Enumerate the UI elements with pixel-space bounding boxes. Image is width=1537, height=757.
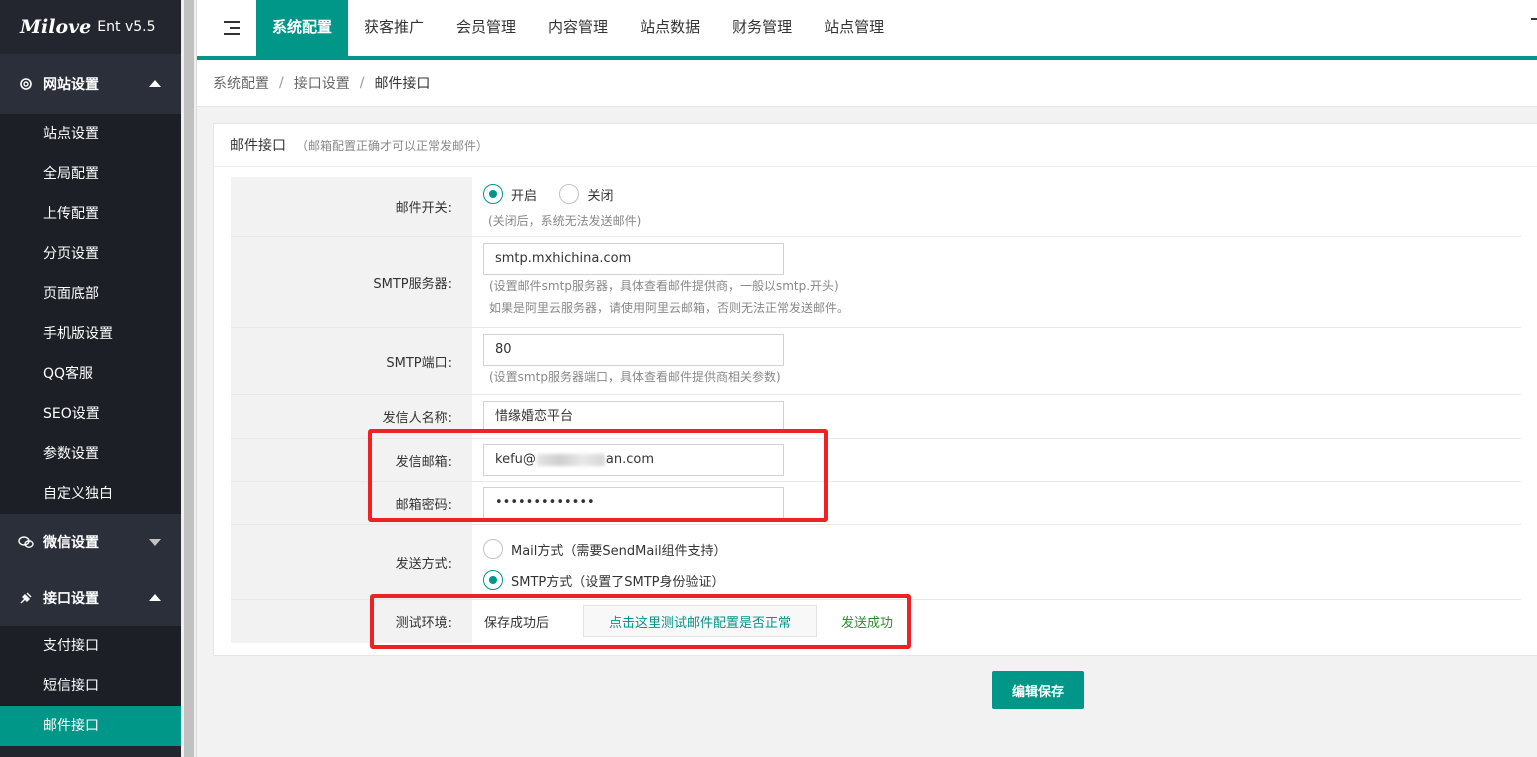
- radio-smtp-method[interactable]: SMTP方式（设置了SMTP身份验证）: [483, 570, 727, 590]
- radio-unchecked-icon: [483, 539, 503, 559]
- breadcrumb-separator: /: [359, 75, 365, 91]
- chevron-up-icon: [149, 80, 161, 87]
- breadcrumb-current: 邮件接口: [374, 76, 431, 92]
- save-button[interactable]: 编辑保存: [992, 671, 1084, 709]
- radio-label: Mail方式（需要SendMail组件支持）: [511, 543, 727, 559]
- sidebar-item-site-settings[interactable]: 站点设置: [0, 114, 181, 154]
- sidebar-item-page-footer[interactable]: 页面底部: [0, 274, 181, 314]
- plug-icon: [20, 592, 32, 604]
- breadcrumb: 系统配置 / 接口设置 / 邮件接口: [197, 60, 1537, 107]
- tab-site-data[interactable]: 站点数据: [624, 0, 716, 56]
- logo[interactable]: Milove Ent v5.5: [0, 0, 181, 54]
- more-menu-icon[interactable]: [1531, 18, 1537, 20]
- sidebar-item-mobile-settings[interactable]: 手机版设置: [0, 314, 181, 354]
- radio-mail-off[interactable]: 关闭: [559, 184, 613, 204]
- card-title: 邮件接口: [230, 138, 286, 154]
- highlight-box-email-credentials: [368, 429, 828, 522]
- tab-finance-management[interactable]: 财务管理: [716, 0, 808, 56]
- send-method-label: 发送方式:: [231, 525, 472, 599]
- top-nav-bar: 系统配置 获客推广 会员管理 内容管理 站点数据 财务管理 站点管理: [197, 0, 1537, 60]
- radio-label: 关闭: [587, 188, 614, 204]
- row-smtp-port: SMTP端口: 80 (设置smtp服务器端口，具体查看邮件提供商相关参数): [231, 328, 1521, 395]
- breadcrumb-item[interactable]: 接口设置: [294, 73, 350, 93]
- radio-checked-icon: [483, 184, 503, 204]
- app-version: Ent v5.5: [97, 19, 156, 35]
- menu-toggle-icon[interactable]: [221, 18, 245, 38]
- sidebar-item-custom-monologue[interactable]: 自定义独白: [0, 474, 181, 514]
- sidebar-group-label: 网站设置: [43, 77, 99, 93]
- sidebar-item-params[interactable]: 参数设置: [0, 434, 181, 474]
- mail-switch-hint: (关闭后，系统无法发送邮件): [488, 214, 642, 228]
- sidebar-item-sms-api[interactable]: 短信接口: [0, 666, 181, 706]
- row-send-method: 发送方式: Mail方式（需要SendMail组件支持） SMTP方式（设置了S…: [231, 525, 1521, 600]
- top-tabs: 系统配置 获客推广 会员管理 内容管理 站点数据 财务管理 站点管理: [256, 0, 900, 56]
- send-method-field: Mail方式（需要SendMail组件支持） SMTP方式（设置了SMTP身份验…: [483, 539, 745, 590]
- sidebar-group-label: 接口设置: [43, 591, 99, 607]
- breadcrumb-separator: /: [279, 75, 284, 91]
- tab-member-management[interactable]: 会员管理: [440, 0, 532, 56]
- sidebar-group-label: 微信设置: [43, 535, 99, 551]
- chevron-up-icon: [149, 594, 161, 601]
- smtp-server-hint-aliyun: 如果是阿里云服务器，请使用阿里云邮箱，否则无法正常发送邮件。: [489, 301, 850, 315]
- sidebar-item-payment-api[interactable]: 支付接口: [0, 626, 181, 666]
- smtp-port-field: 80 (设置smtp服务器端口，具体查看邮件提供商相关参数): [483, 334, 784, 386]
- highlight-box-test-env: [370, 594, 911, 649]
- email-config-card: 邮件接口 （邮箱配置正确才可以正常发邮件） 邮件开关: 开启 关闭 (关闭后，系…: [213, 123, 1537, 656]
- smtp-server-hint: (设置邮件smtp服务器，具体查看邮件提供商，一般以smtp.开头): [489, 279, 839, 293]
- radio-mail-on[interactable]: 开启: [483, 184, 537, 204]
- sidebar-item-global-config[interactable]: 全局配置: [0, 154, 181, 194]
- sidebar-scrollbar-thumb[interactable]: [184, 0, 194, 757]
- sidebar-item-email-api[interactable]: 邮件接口: [0, 706, 181, 746]
- tab-system-config[interactable]: 系统配置: [256, 0, 349, 56]
- smtp-server-field: smtp.mxhichina.com (设置邮件smtp服务器，具体查看邮件提供…: [483, 243, 849, 317]
- mail-switch-field: 开启 关闭 (关闭后，系统无法发送邮件): [483, 184, 641, 230]
- smtp-server-input[interactable]: smtp.mxhichina.com: [483, 243, 784, 275]
- tab-site-management[interactable]: 站点管理: [808, 0, 900, 56]
- smtp-port-input[interactable]: 80: [483, 334, 784, 366]
- sidebar-submenu-website: 站点设置 全局配置 上传配置 分页设置 页面底部 手机版设置 QQ客服 SEO设…: [0, 114, 181, 514]
- breadcrumb-item[interactable]: 系统配置: [213, 73, 269, 93]
- smtp-server-label: SMTP服务器:: [231, 237, 472, 327]
- sidebar-item-seo[interactable]: SEO设置: [0, 394, 181, 434]
- sidebar-group-wechat-settings[interactable]: 微信设置: [0, 514, 181, 570]
- sidebar-item-upload-config[interactable]: 上传配置: [0, 194, 181, 234]
- brand-logo: Milove: [20, 16, 92, 38]
- tab-customer-promotion[interactable]: 获客推广: [348, 0, 440, 56]
- smtp-port-label: SMTP端口:: [231, 328, 472, 394]
- sidebar: Milove Ent v5.5 网站设置 站点设置 全局配置 上传配置 分页设置…: [0, 0, 181, 757]
- radio-label: 开启: [511, 188, 538, 204]
- sidebar-group-api-settings[interactable]: 接口设置: [0, 570, 181, 626]
- mail-switch-label: 邮件开关:: [231, 177, 472, 236]
- chevron-down-icon: [149, 539, 161, 546]
- sidebar-submenu-api: 支付接口 短信接口 邮件接口: [0, 626, 181, 746]
- smtp-port-hint: (设置smtp服务器端口，具体查看邮件提供商相关参数): [489, 370, 781, 384]
- gear-icon: [20, 78, 32, 90]
- row-smtp-server: SMTP服务器: smtp.mxhichina.com (设置邮件smtp服务器…: [231, 237, 1521, 328]
- sidebar-group-website-settings[interactable]: 网站设置: [0, 54, 181, 114]
- card-header: 邮件接口 （邮箱配置正确才可以正常发邮件）: [214, 124, 1537, 167]
- radio-label: SMTP方式（设置了SMTP身份验证）: [511, 574, 725, 590]
- row-mail-switch: 邮件开关: 开启 关闭 (关闭后，系统无法发送邮件): [231, 177, 1521, 237]
- card-description: （邮箱配置正确才可以正常发邮件）: [296, 138, 489, 153]
- radio-unchecked-icon: [559, 184, 580, 204]
- radio-mail-method[interactable]: Mail方式（需要SendMail组件支持）: [483, 539, 727, 559]
- tab-content-management[interactable]: 内容管理: [532, 0, 624, 56]
- radio-checked-icon: [483, 570, 503, 590]
- wechat-icon: [18, 536, 34, 548]
- sidebar-item-qq-service[interactable]: QQ客服: [0, 354, 181, 394]
- sidebar-item-pagination[interactable]: 分页设置: [0, 234, 181, 274]
